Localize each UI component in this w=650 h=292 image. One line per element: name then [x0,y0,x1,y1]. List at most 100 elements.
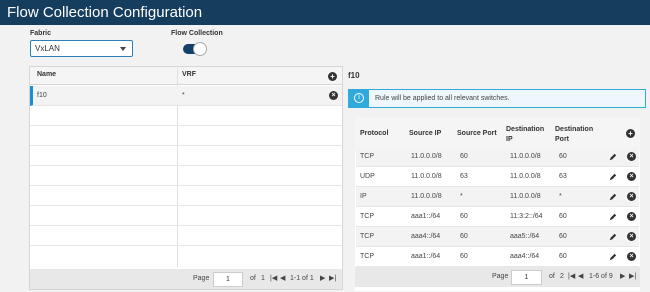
destination-port-cell: 60 [559,233,567,240]
empty-row [30,206,342,226]
destination-port-cell: 60 [559,213,567,220]
column-header-destination-port: Destination Port [555,126,594,143]
rule-vrf-cell: * [182,92,185,99]
empty-row [30,166,342,186]
source-port-cell: * [460,193,463,200]
page-label: Page [492,273,509,280]
info-banner: i Rule will be applied to all relevant s… [348,89,646,108]
destination-port-cell: 60 [559,153,567,160]
column-header-source-port: Source Port [457,130,497,137]
prev-page-icon[interactable]: ◀ [578,267,583,287]
page-range: 1-6 of 9 [589,273,613,280]
rules-pagination: Page 1 of 1 |◀ ◀ 1-1 of 1 ▶ ▶| [30,269,342,289]
fabric-select-value: VxLAN [35,44,60,53]
empty-row [30,126,342,146]
page-number-input[interactable]: 1 [511,270,542,285]
protocol-cell: TCP [360,213,374,220]
source-port-cell: 60 [460,153,468,160]
flow-collection-label: Flow Collection [171,30,223,37]
destination-ip-cell: 11.0.0.0/8 [510,193,541,200]
rule-detail-title: f10 [348,71,360,80]
protocol-cell: TCP [360,253,374,260]
source-port-cell: 60 [460,233,468,240]
page-number-input[interactable]: 1 [213,272,243,287]
of-label: of [549,273,555,280]
table-row[interactable]: TCP 11.0.0.0/8 60 11.0.0.0/8 60 × [356,147,639,167]
chevron-down-icon [120,47,126,51]
edit-pencil-icon[interactable] [609,213,617,221]
rules-table-header: Name VRF + [30,67,342,85]
conditions-pagination: Page 1 of 2 |◀ ◀ 1-6 of 9 ▶ ▶| [355,267,640,287]
protocol-cell: TCP [360,233,374,240]
fabric-select[interactable]: VxLAN [30,40,133,57]
column-header-protocol: Protocol [360,130,389,137]
empty-row [30,226,342,246]
destination-ip-cell: aaa5::/64 [510,233,540,240]
delete-condition-icon[interactable]: × [627,192,636,201]
delete-condition-icon[interactable]: × [627,232,636,241]
of-label: of [250,275,256,282]
source-ip-cell: aaa1::/64 [411,213,441,220]
empty-row [30,146,342,166]
delete-rule-icon[interactable]: × [329,91,338,100]
source-ip-cell: 11.0.0.0/8 [411,173,442,180]
info-text: Rule will be applied to all relevant swi… [375,95,510,102]
page-label: Page [193,275,210,282]
add-rule-icon[interactable]: + [328,72,337,81]
destination-port-cell: 63 [559,173,567,180]
rule-name-cell: f10 [37,92,47,99]
fabric-label: Fabric [30,30,52,37]
first-page-icon[interactable]: |◀ [270,269,277,289]
source-port-cell: 60 [460,213,468,220]
conditions-table-header: Protocol Source IP Source Port Destinati… [355,117,640,151]
table-row[interactable]: TCP aaa1::/64 60 aaa4::/64 60 × [356,247,639,267]
protocol-cell: IP [360,193,367,200]
total-pages: 1 [261,275,265,282]
source-ip-cell: aaa4::/64 [411,233,441,240]
destination-ip-cell: 11.0.0.0/8 [510,173,541,180]
last-page-icon[interactable]: ▶| [329,269,336,289]
column-header-vrf: VRF [182,71,196,78]
next-page-icon[interactable]: ▶ [620,267,625,287]
last-page-icon[interactable]: ▶| [629,267,636,287]
page-range: 1-1 of 1 [290,275,314,282]
edit-pencil-icon[interactable] [609,153,617,161]
table-row[interactable]: UDP 11.0.0.0/8 63 11.0.0.0/8 63 × [356,167,639,187]
table-row[interactable]: TCP aaa1::/64 60 11:3:2::/64 60 × [356,207,639,227]
column-header-destination-ip: Destination IP [506,126,545,143]
destination-ip-cell: aaa4::/64 [510,253,540,260]
info-icon: i [354,93,364,103]
rules-list-panel: Name VRF + f10 * × Page 1 of 1 |◀ ◀ 1-1 … [29,66,343,290]
delete-condition-icon[interactable]: × [627,212,636,221]
table-row[interactable]: f10 * × [30,86,342,106]
protocol-cell: UDP [360,173,375,180]
table-row[interactable]: TCP aaa4::/64 60 aaa5::/64 60 × [356,227,639,247]
total-pages: 2 [560,273,564,280]
next-page-icon[interactable]: ▶ [320,269,325,289]
empty-row [30,106,342,126]
table-row[interactable]: IP 11.0.0.0/8 * 11.0.0.0/8 * × [356,187,639,207]
source-ip-cell: aaa1::/64 [411,253,441,260]
page-title: Flow Collection Configuration [0,0,650,25]
source-port-cell: 63 [460,173,468,180]
empty-row [30,186,342,206]
source-ip-cell: 11.0.0.0/8 [411,153,442,160]
first-page-icon[interactable]: |◀ [568,267,575,287]
prev-page-icon[interactable]: ◀ [280,269,285,289]
edit-pencil-icon[interactable] [609,173,617,181]
delete-condition-icon[interactable]: × [627,152,636,161]
delete-condition-icon[interactable]: × [627,252,636,261]
protocol-cell: TCP [360,153,374,160]
edit-pencil-icon[interactable] [609,233,617,241]
edit-pencil-icon[interactable] [609,193,617,201]
source-port-cell: 60 [460,253,468,260]
delete-condition-icon[interactable]: × [627,172,636,181]
column-header-source-ip: Source IP [409,130,442,137]
source-ip-cell: 11.0.0.0/8 [411,193,442,200]
destination-ip-cell: 11.0.0.0/8 [510,153,541,160]
edit-pencil-icon[interactable] [609,253,617,261]
toggle-knob [193,42,207,56]
flow-collection-toggle[interactable] [183,42,207,56]
destination-port-cell: * [559,193,562,200]
add-condition-icon[interactable]: + [626,129,635,138]
